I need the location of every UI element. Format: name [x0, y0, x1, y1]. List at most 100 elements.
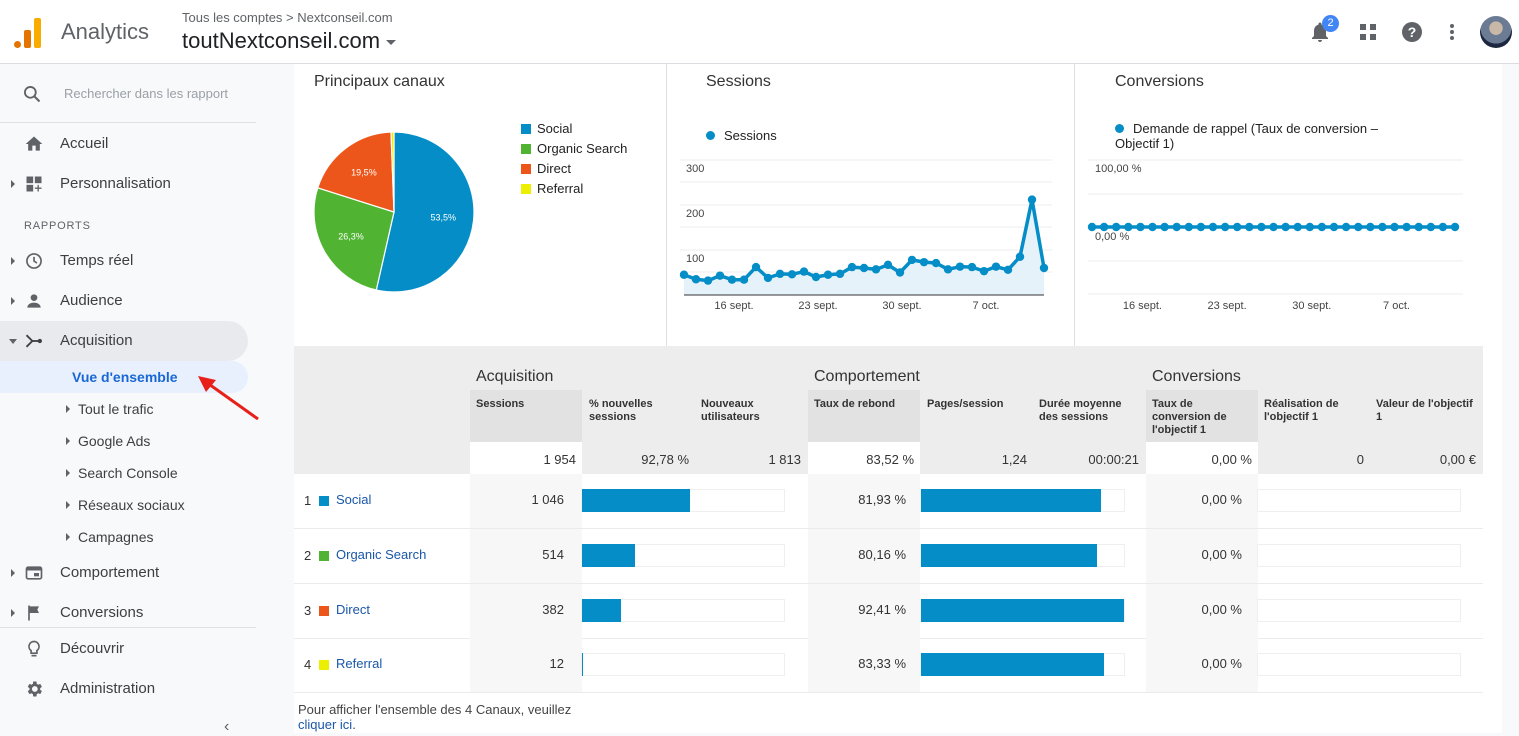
data-point[interactable] [1039, 263, 1049, 273]
data-point[interactable] [787, 270, 797, 279]
data-point[interactable] [991, 262, 1001, 271]
data-point[interactable] [979, 266, 989, 276]
data-point[interactable] [691, 275, 701, 284]
sidebar-subitem-reseaux-sociaux[interactable]: Réseaux sociaux [0, 489, 248, 521]
legend-direct[interactable]: Direct [521, 161, 571, 176]
data-point[interactable] [1099, 222, 1109, 232]
sidebar-item-decouvrir[interactable]: Découvrir [0, 629, 248, 669]
data-point[interactable] [823, 270, 833, 279]
data-point[interactable] [1450, 222, 1460, 232]
data-point[interactable] [1015, 252, 1025, 261]
sidebar-item-accueil[interactable]: Accueil [0, 124, 248, 164]
more-vert-icon[interactable] [1440, 20, 1464, 44]
data-point[interactable] [1402, 222, 1411, 232]
data-point[interactable] [1148, 222, 1157, 232]
data-point[interactable] [955, 262, 965, 271]
show-all-link[interactable]: cliquer ici [298, 717, 352, 732]
legend-social[interactable]: Social [521, 121, 572, 136]
sidebar-item-audience[interactable]: Audience [0, 281, 248, 321]
data-point[interactable] [1233, 222, 1242, 232]
data-point[interactable] [1293, 222, 1302, 232]
data-point[interactable] [1220, 222, 1230, 232]
data-point[interactable] [1269, 222, 1278, 232]
data-point[interactable] [1124, 222, 1133, 232]
sidebar-item-administration[interactable]: Administration [0, 669, 248, 709]
data-point[interactable] [739, 275, 749, 284]
data-point[interactable] [1160, 222, 1169, 232]
data-point[interactable] [1257, 222, 1266, 232]
data-point[interactable] [1305, 222, 1314, 232]
col-pages-session[interactable]: Pages/session [921, 390, 1033, 442]
avatar[interactable] [1480, 16, 1512, 48]
col-bounce-rate[interactable]: Taux de rebond [808, 390, 920, 442]
data-point[interactable] [1378, 222, 1387, 232]
data-point[interactable] [1172, 222, 1181, 232]
data-point[interactable] [1317, 222, 1327, 232]
data-point[interactable] [835, 269, 845, 279]
apps-grid-icon[interactable] [1356, 20, 1380, 44]
data-point[interactable] [943, 265, 953, 274]
data-point[interactable] [1003, 265, 1013, 274]
data-point[interactable] [907, 255, 917, 265]
data-point[interactable] [1184, 222, 1193, 232]
data-point[interactable] [847, 262, 857, 272]
data-point[interactable] [1245, 222, 1254, 232]
sidebar-subitem-google-ads[interactable]: Google Ads [0, 425, 248, 457]
data-point[interactable] [883, 260, 893, 270]
data-point[interactable] [703, 276, 713, 285]
data-point[interactable] [775, 269, 785, 279]
col-goal-value[interactable]: Valeur de l'objectif 1 [1370, 390, 1482, 442]
account-selector[interactable]: toutNextconseil.com [182, 28, 397, 54]
sidebar-subitem-search-console[interactable]: Search Console [0, 457, 248, 489]
data-point[interactable] [1414, 222, 1423, 232]
data-point[interactable] [1366, 222, 1375, 232]
sidebar-item-temps-reel[interactable]: Temps réel [0, 241, 248, 281]
col-new-sessions-pct[interactable]: % nouvelles sessions [583, 390, 695, 442]
data-point[interactable] [715, 271, 725, 280]
data-point[interactable] [679, 270, 689, 279]
data-point[interactable] [1354, 222, 1363, 232]
sidebar-item-comportement[interactable]: Comportement [0, 553, 248, 593]
data-point[interactable] [751, 262, 761, 272]
data-point[interactable] [1208, 222, 1218, 232]
data-point[interactable] [799, 267, 809, 276]
data-point[interactable] [919, 257, 929, 267]
sidebar-item-acquisition[interactable]: Acquisition [0, 321, 248, 361]
sidebar-item-personnalisation[interactable]: Personnalisation [0, 164, 248, 204]
data-point[interactable] [1341, 222, 1351, 232]
col-avg-duration[interactable]: Durée moyenne des sessions [1033, 390, 1145, 442]
data-point[interactable] [967, 262, 977, 272]
data-point[interactable] [1329, 222, 1339, 232]
data-point[interactable] [895, 268, 905, 277]
data-point[interactable] [1027, 195, 1037, 204]
legend-referral[interactable]: Referral [521, 181, 583, 196]
channel-link[interactable]: Direct [336, 602, 370, 617]
data-point[interactable] [871, 265, 881, 274]
col-goal-conv-rate[interactable]: Taux de conversion de l'objectif 1 [1146, 390, 1258, 442]
breadcrumb[interactable]: Tous les comptes > Nextconseil.com [182, 10, 393, 25]
data-point[interactable] [1112, 222, 1121, 232]
data-point[interactable] [1438, 222, 1448, 232]
report-search-input[interactable] [64, 83, 244, 103]
data-point[interactable] [1281, 222, 1290, 232]
sidebar-subitem-campagnes[interactable]: Campagnes [0, 521, 248, 553]
data-point[interactable] [1087, 222, 1097, 232]
data-point[interactable] [1426, 222, 1435, 232]
channel-link[interactable]: Organic Search [336, 547, 426, 562]
channel-link[interactable]: Referral [336, 656, 382, 671]
data-point[interactable] [1136, 222, 1145, 232]
collapse-sidebar-button[interactable]: ‹ [224, 718, 229, 736]
data-point[interactable] [811, 272, 821, 282]
data-point[interactable] [727, 275, 737, 284]
legend-organic-search[interactable]: Organic Search [521, 141, 627, 156]
data-point[interactable] [763, 273, 773, 283]
help-icon[interactable]: ? [1400, 20, 1424, 44]
analytics-logo-icon[interactable] [14, 16, 42, 48]
col-goal-completions[interactable]: Réalisation de l'objectif 1 [1258, 390, 1370, 442]
data-point[interactable] [1196, 222, 1206, 232]
data-point[interactable] [1390, 222, 1399, 232]
data-point[interactable] [931, 258, 941, 268]
data-point[interactable] [859, 263, 869, 273]
col-sessions[interactable]: Sessions [470, 390, 582, 442]
channel-link[interactable]: Social [336, 492, 371, 507]
